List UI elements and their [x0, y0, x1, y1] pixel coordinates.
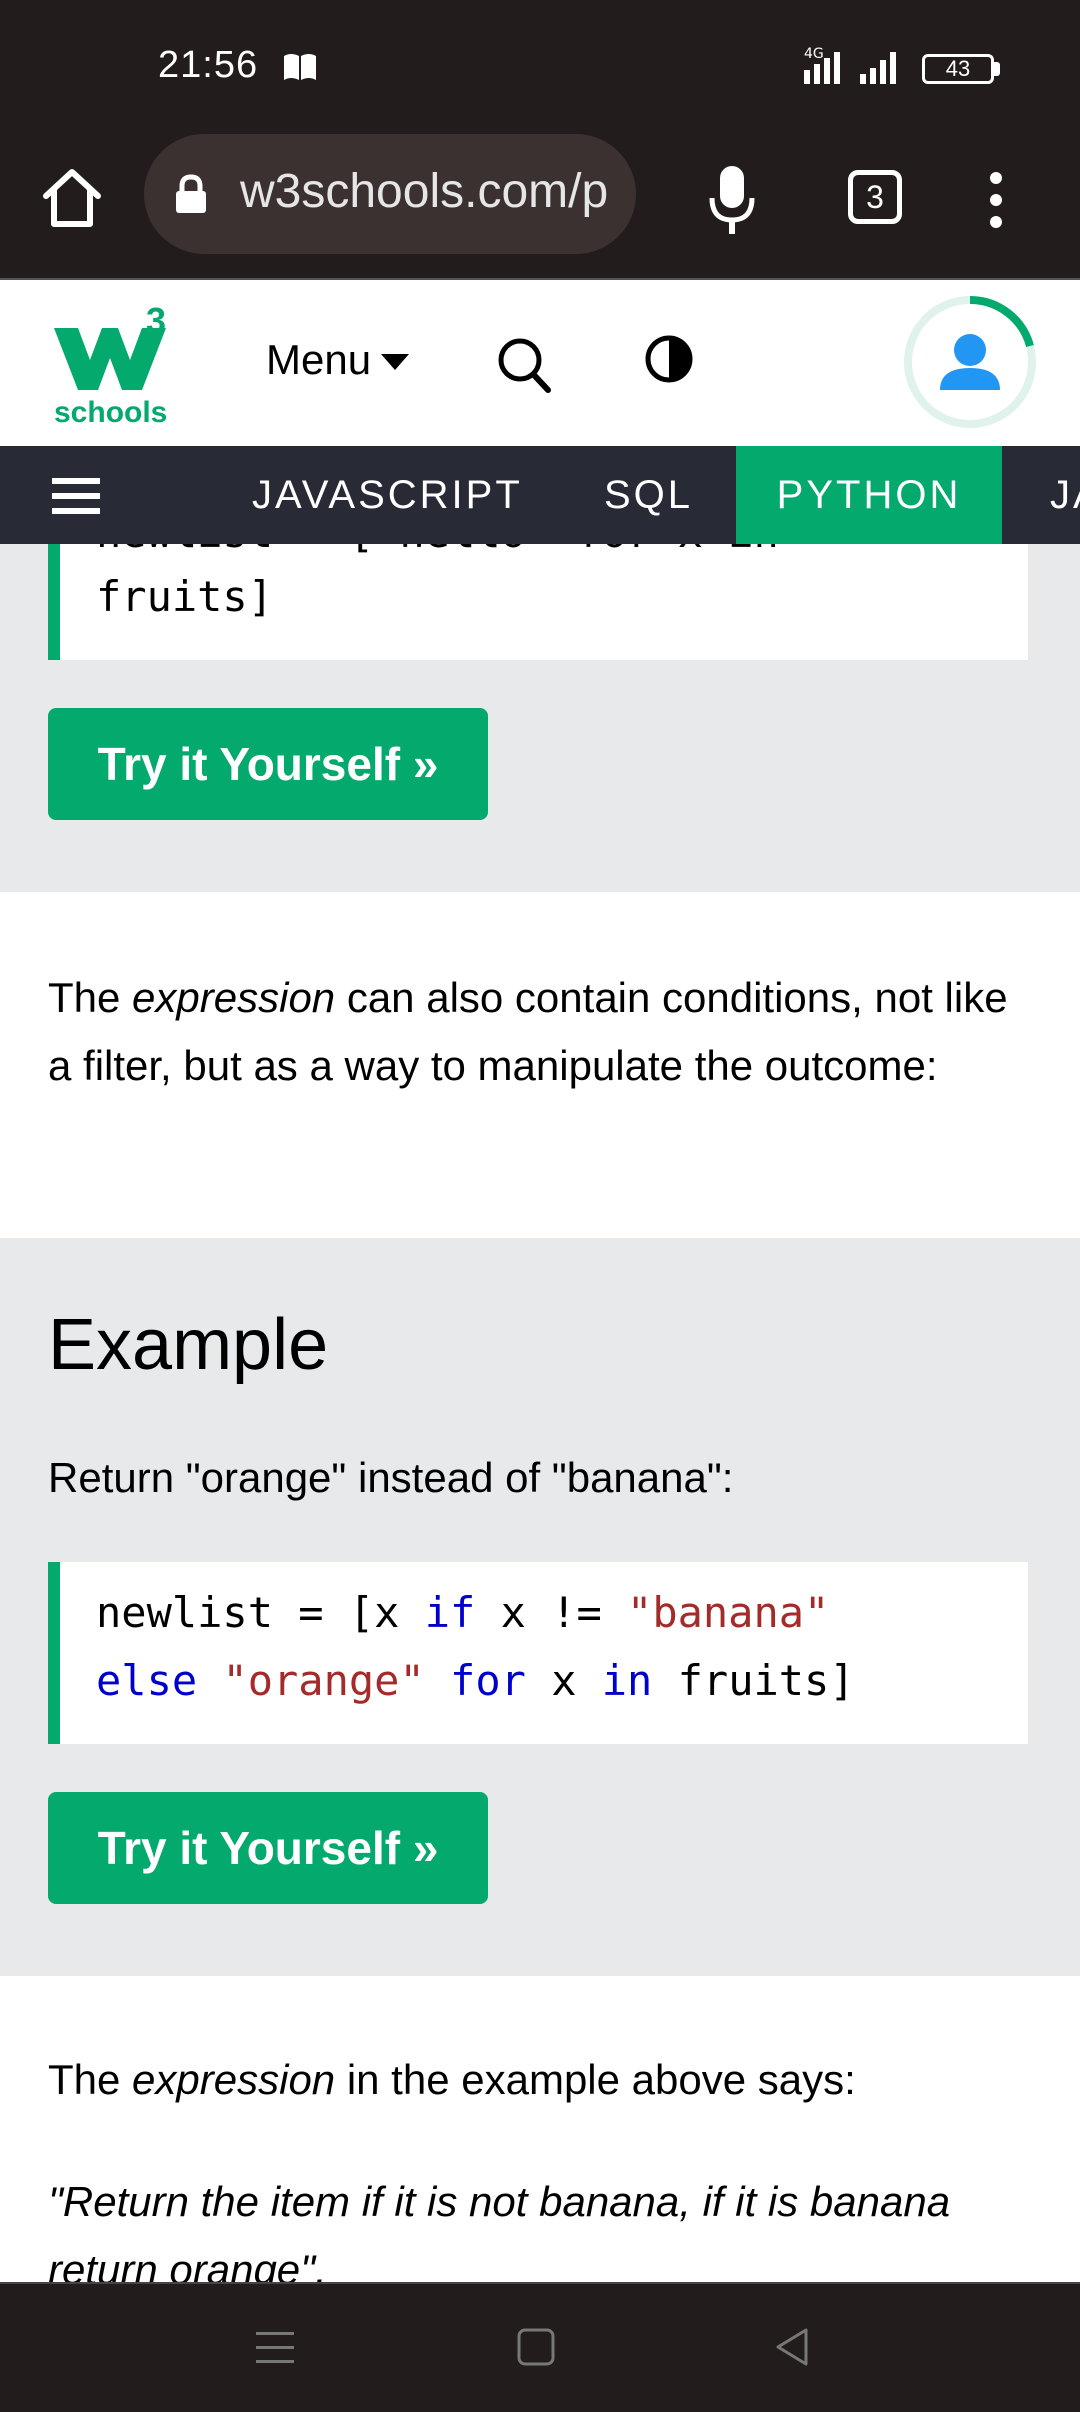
code-block-2: newlist = [x if x != "banana" else "oran… [48, 1562, 1028, 1744]
signal-strength-icon: 4G [804, 46, 896, 84]
battery-tip [994, 62, 1000, 76]
system-navigation-bar [0, 2282, 1080, 2412]
code-line-2: else "orange" for x in fruits] [96, 1656, 855, 1705]
example-section-2: Example Return "orange" instead of "bana… [0, 1238, 1080, 1976]
tab-count: 3 [866, 179, 884, 215]
quote-text: "Return the item if it is not banana, if… [48, 2178, 951, 2282]
browser-toolbar: w3schools.com/p 3 [0, 132, 1080, 280]
paragraph-conditions: The expression can also contain conditio… [48, 974, 1008, 1089]
caret-down-icon [381, 354, 410, 370]
hamburger-menu-icon[interactable] [52, 476, 100, 516]
home-square-icon[interactable] [516, 2326, 556, 2368]
back-triangle-icon[interactable] [772, 2326, 812, 2368]
microphone-icon[interactable] [704, 162, 760, 238]
logo-text: schools [54, 396, 168, 429]
menu-button[interactable]: Menu [266, 336, 410, 384]
search-icon[interactable] [496, 336, 552, 396]
battery-icon: 43 [922, 54, 994, 84]
battery-level: 43 [945, 56, 971, 81]
status-time: 21:56 [158, 44, 259, 86]
more-options-icon[interactable] [980, 168, 1012, 232]
emphasis-expression: expression [132, 974, 336, 1021]
dark-mode-toggle-icon[interactable] [644, 334, 694, 384]
url-text[interactable]: w3schools.com/p [240, 164, 608, 219]
example-section-1: newlist = ["hello" for x in fruits] Try … [0, 544, 1080, 892]
user-account-icon[interactable] [902, 294, 1038, 430]
try-it-yourself-button[interactable]: Try it Yourself » [48, 708, 488, 820]
nav-item-sql[interactable]: SQL [604, 446, 693, 544]
site-header: 3 schools Menu [0, 282, 1080, 446]
paragraph-explanation: The expression in the example above says… [48, 2056, 856, 2103]
status-bar: 21:56 4G 43 [0, 0, 1080, 132]
try-it-yourself-button[interactable]: Try it Yourself » [48, 1792, 488, 1904]
network-type-label: 4G [804, 46, 824, 62]
lock-icon [176, 174, 206, 213]
logo-superscript: 3 [146, 300, 167, 341]
home-icon[interactable] [36, 162, 108, 234]
reading-book-icon [284, 54, 316, 80]
tab-switcher-button[interactable]: 3 [848, 170, 902, 224]
code-line-partial: newlist = ["hello" for x in [96, 544, 779, 557]
recent-apps-icon[interactable] [254, 2326, 296, 2368]
code-line-1: newlist = [x if x != "banana" [96, 1588, 830, 1637]
code-block-1: newlist = ["hello" for x in fruits] [48, 544, 1028, 660]
nav-item-java[interactable]: JA [1050, 446, 1080, 544]
example-heading: Example [48, 1305, 329, 1385]
w3schools-logo[interactable]: 3 schools [52, 300, 176, 429]
emphasis-expression: expression [132, 2056, 336, 2103]
nav-item-python[interactable]: PYTHON [736, 446, 1002, 544]
address-bar[interactable]: w3schools.com/p [144, 134, 636, 254]
code-line: fruits] [96, 572, 274, 621]
menu-label: Menu [266, 336, 372, 383]
topnav: JAVASCRIPT SQL PYTHON JA [0, 446, 1080, 544]
example-description: Return "orange" instead of "banana": [48, 1454, 734, 1501]
nav-item-javascript[interactable]: JAVASCRIPT [252, 446, 523, 544]
